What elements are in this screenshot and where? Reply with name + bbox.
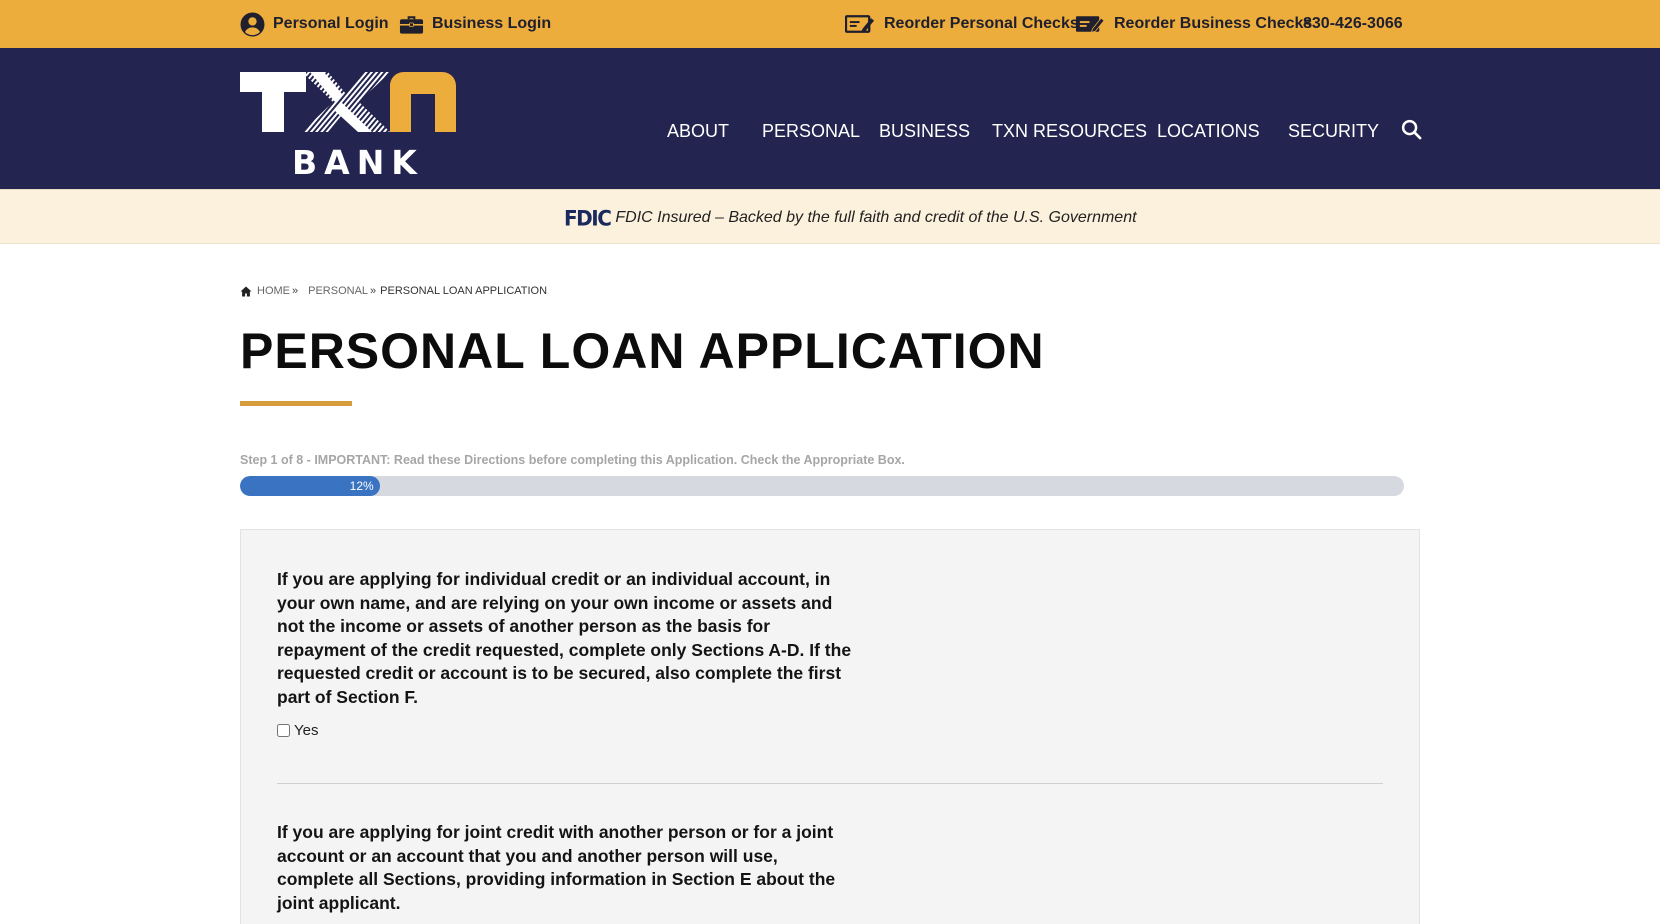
breadcrumb-separator: »	[292, 285, 299, 297]
home-icon	[240, 286, 252, 296]
breadcrumb: HOME » PERSONAL » PERSONAL LOAN APPLICAT…	[240, 283, 547, 299]
nav-about[interactable]: ABOUT	[667, 48, 729, 189]
progress-fill: 12%	[240, 476, 380, 496]
nav-security[interactable]: SECURITY	[1288, 48, 1379, 189]
joint-credit-question: If you are applying for joint credit wit…	[277, 822, 836, 913]
fdic-banner: FDIC FDIC Insured – Backed by the full f…	[0, 189, 1660, 244]
individual-credit-question: If you are applying for individual credi…	[277, 569, 852, 707]
breadcrumb-personal[interactable]: PERSONAL	[308, 285, 368, 297]
progress-bar: 12%	[240, 476, 1404, 496]
check-pen-icon	[1075, 16, 1105, 33]
application-form: If you are applying for individual credi…	[240, 529, 1420, 924]
breadcrumb-separator: »	[370, 285, 377, 297]
main-nav: BANK ABOUT PERSONAL BUSINESS TXN RESOURC…	[0, 48, 1660, 189]
reorder-personal-checks-label: Reorder Personal Checks	[884, 15, 1079, 32]
svg-text:BANK: BANK	[292, 143, 424, 176]
nav-business[interactable]: BUSINESS	[879, 48, 970, 189]
section-divider	[277, 783, 1383, 784]
page-title: PERSONAL LOAN APPLICATION	[240, 323, 1045, 379]
nav-personal[interactable]: PERSONAL	[762, 48, 860, 189]
search-icon	[1401, 119, 1422, 140]
title-underline	[240, 401, 352, 406]
nav-locations[interactable]: LOCATIONS	[1157, 48, 1260, 189]
nav-txn-resources[interactable]: TXN RESOURCES	[992, 48, 1147, 189]
breadcrumb-home[interactable]: HOME	[257, 285, 290, 297]
reorder-business-checks-label: Reorder Business Checks	[1114, 15, 1313, 32]
check-pen-icon	[845, 15, 875, 33]
individual-credit-yes-checkbox[interactable]	[277, 724, 290, 737]
reorder-business-checks-link[interactable]: Reorder Business Checks	[1075, 0, 1312, 48]
user-icon	[240, 12, 265, 36]
personal-login-link[interactable]: Personal Login	[240, 0, 389, 48]
fdic-logo: FDIC	[564, 204, 612, 231]
reorder-personal-checks-link[interactable]: Reorder Personal Checks	[845, 0, 1079, 48]
business-login-link[interactable]: Business Login	[399, 0, 551, 48]
yes-label: Yes	[294, 722, 319, 739]
step-instructions: Step 1 of 8 - IMPORTANT: Read these Dire…	[240, 453, 905, 467]
search-button[interactable]	[1401, 119, 1423, 141]
progress-label: 12%	[349, 479, 374, 493]
personal-login-label: Personal Login	[273, 15, 389, 32]
phone-link[interactable]: 830-426-3066	[1303, 0, 1403, 48]
fdic-notice: FDIC Insured – Backed by the full faith …	[615, 208, 1137, 226]
individual-credit-yes-option[interactable]: Yes	[277, 722, 318, 739]
utility-bar: Personal Login Business Login Reorder Pe…	[0, 0, 1660, 48]
business-login-label: Business Login	[432, 15, 552, 32]
breadcrumb-current: PERSONAL LOAN APPLICATION	[380, 285, 548, 297]
txn-bank-logo[interactable]: BANK	[240, 72, 480, 182]
briefcase-icon	[399, 16, 424, 34]
